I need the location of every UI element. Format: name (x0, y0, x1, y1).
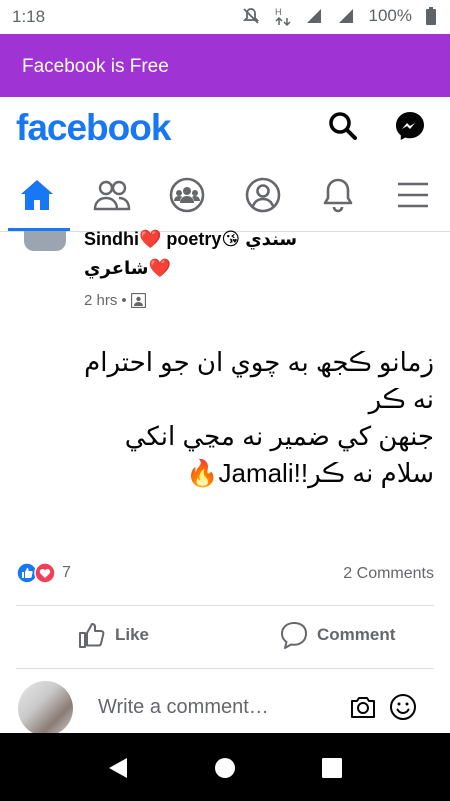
page-avatar[interactable] (24, 231, 66, 251)
home-circle-icon (215, 758, 235, 778)
messenger-icon (396, 112, 424, 140)
status-bar: 1:18 H 100% (0, 0, 450, 34)
svg-text:H: H (275, 7, 282, 17)
tab-friends[interactable] (92, 175, 132, 215)
battery-percent: 100% (368, 6, 412, 25)
post-text-line: نه ڪر (368, 384, 434, 414)
home-icon (21, 180, 53, 210)
mute-notification-icon (242, 8, 259, 24)
meta-dot: • (121, 292, 127, 309)
recents-icon (322, 758, 342, 778)
post-text-line: 🔥Jamali!!سلام نه ڪر (186, 458, 434, 488)
search-icon (329, 112, 357, 140)
back-icon (109, 758, 127, 778)
post-text: زمانو ڪجھ به چوي ان جو احترام نه ڪر جنهن… (16, 344, 434, 492)
tab-home[interactable] (17, 175, 57, 215)
post-text-line: زمانو ڪجھ به چوي ان جو احترام (84, 347, 434, 377)
bell-icon (323, 178, 353, 213)
post-time[interactable]: 2 hrs (84, 292, 117, 309)
tab-groups[interactable] (167, 175, 207, 215)
signal-icon (306, 9, 321, 23)
public-audience-icon (130, 293, 146, 308)
reaction-count: 7 (62, 564, 71, 581)
user-avatar[interactable] (18, 681, 73, 736)
post-meta: 2 hrs • (84, 292, 146, 309)
comment-icon (281, 622, 307, 649)
love-reaction-icon (34, 562, 56, 584)
comment-input[interactable]: Write a comment… (98, 696, 269, 719)
thumbs-up-icon (79, 623, 105, 648)
groups-icon (169, 177, 205, 213)
android-nav-bar (0, 733, 450, 801)
like-label: Like (115, 625, 150, 644)
home-nav-button[interactable] (212, 755, 238, 781)
emoji-button[interactable] (388, 692, 418, 722)
tab-profile[interactable] (243, 175, 283, 215)
page-name[interactable]: Sindhi❤️ poetry😘 سندي (84, 229, 297, 250)
banner-text: Facebook is Free (22, 56, 169, 77)
reactions-summary[interactable]: 7 (16, 562, 71, 584)
divider (16, 605, 434, 606)
free-facebook-banner[interactable]: Facebook is Free (0, 34, 450, 97)
smiley-icon (390, 694, 416, 720)
comment-button[interactable]: Comment (279, 620, 395, 650)
post-text-line: جنهن کي ضمير نه مڃي انکي (124, 421, 434, 451)
data-arrows-icon: H (275, 7, 291, 26)
signal-icon-2 (338, 9, 353, 23)
search-button[interactable] (326, 109, 360, 143)
tab-menu[interactable] (393, 175, 433, 215)
messenger-button[interactable] (393, 109, 427, 143)
app-header: facebook (0, 97, 450, 159)
camera-button[interactable] (348, 692, 378, 722)
profile-icon (245, 177, 281, 213)
battery-icon (426, 7, 436, 25)
comment-label: Comment (317, 625, 396, 644)
facebook-logo[interactable]: facebook (16, 107, 171, 149)
page-name-line2[interactable]: ❤️شاعري (84, 258, 171, 279)
camera-icon (351, 697, 375, 718)
friends-icon (93, 180, 131, 211)
main-nav-tabs (0, 159, 450, 232)
recents-button[interactable] (319, 755, 345, 781)
like-button[interactable]: Like (77, 620, 149, 650)
tab-notifications[interactable] (318, 175, 358, 215)
divider (16, 668, 434, 669)
back-button[interactable] (105, 755, 131, 781)
status-time: 1:18 (12, 7, 46, 26)
menu-icon (398, 182, 428, 208)
comments-count[interactable]: 2 Comments (343, 565, 434, 583)
